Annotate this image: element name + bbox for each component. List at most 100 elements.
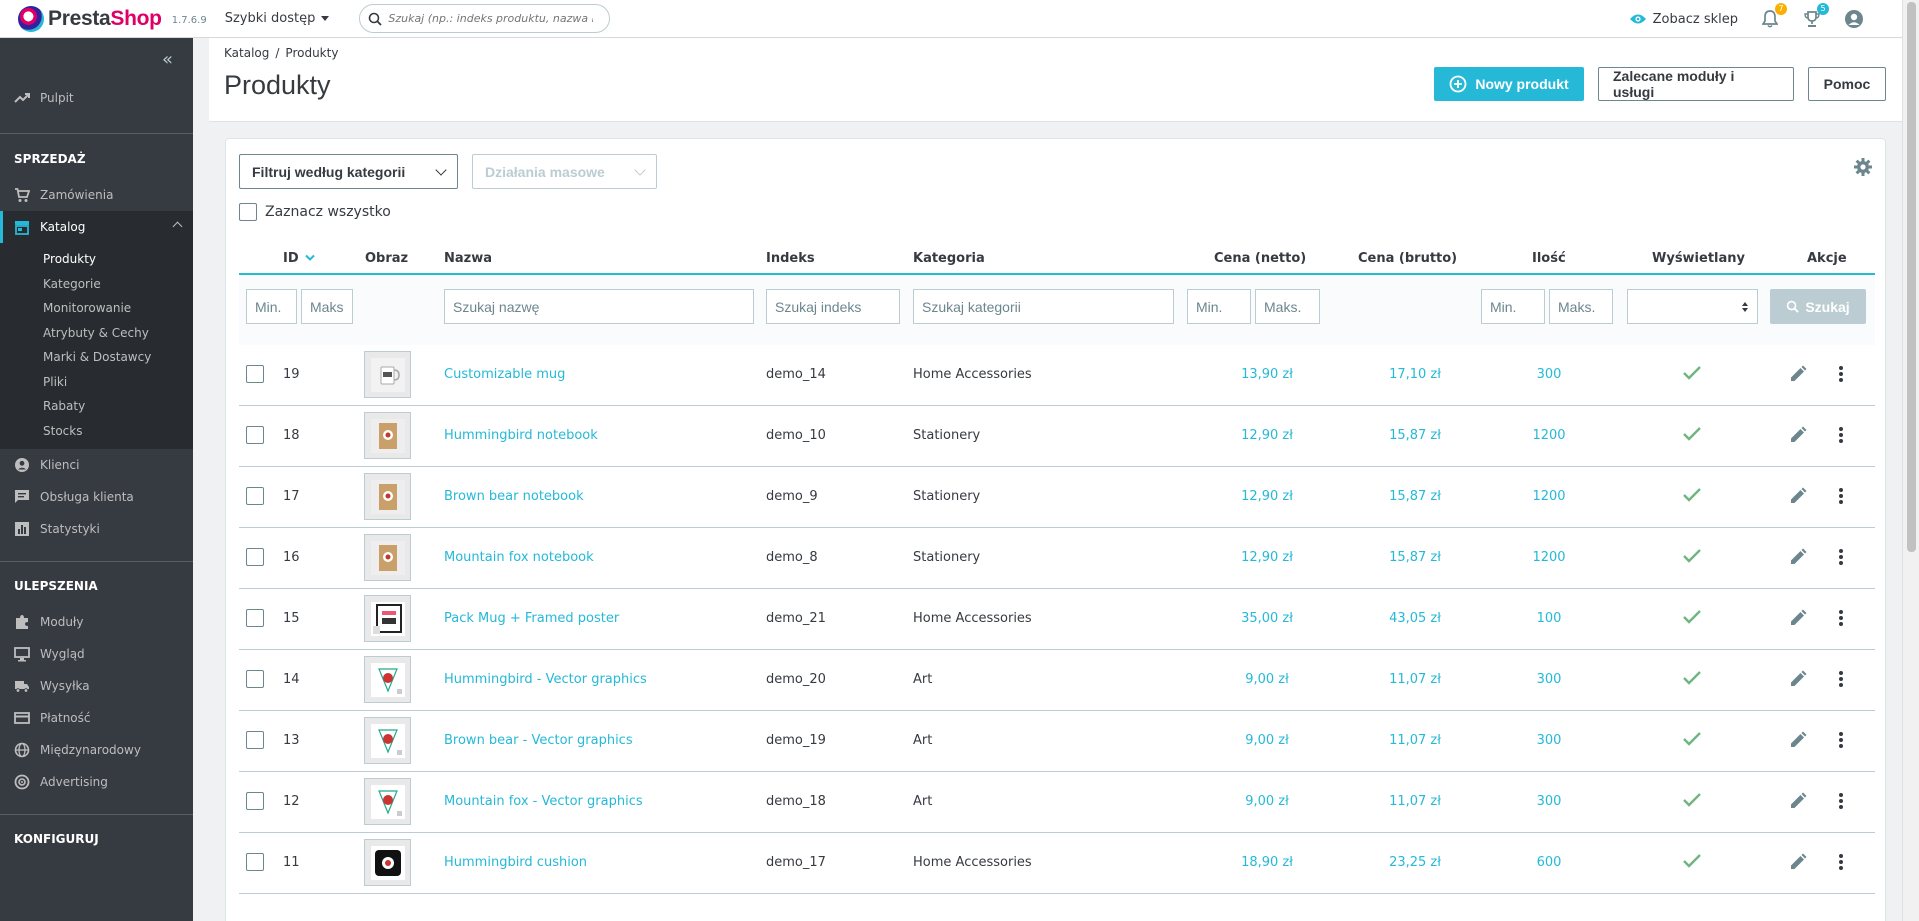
sidebar-subitem-monitoring[interactable]: Monitorowanie	[0, 296, 193, 321]
sidebar-item-shipping[interactable]: Wysyłka	[0, 670, 193, 702]
prestashop-logo[interactable]: PrestaShop	[18, 5, 162, 32]
search-button[interactable]: Szukaj	[1770, 289, 1866, 324]
product-quantity[interactable]: 600	[1519, 855, 1579, 870]
sidebar-subitem-stocks[interactable]: Stocks	[0, 419, 193, 444]
column-header-reference[interactable]: Indeks	[766, 251, 815, 266]
id-min-input[interactable]: Min.	[246, 289, 297, 324]
product-thumbnail[interactable]	[364, 839, 411, 886]
sidebar-subitem-brands[interactable]: Marki & Dostawcy	[0, 345, 193, 370]
sidebar-item-orders[interactable]: Zamówienia	[0, 179, 193, 211]
product-price-net[interactable]: 9,00 zł	[1227, 794, 1307, 809]
row-checkbox[interactable]	[246, 548, 264, 566]
sidebar-item-stats[interactable]: Statystyki	[0, 513, 193, 545]
product-name-link[interactable]: Hummingbird notebook	[444, 428, 598, 443]
recommended-modules-button[interactable]: Zalecane moduły i usługi	[1598, 67, 1794, 101]
more-vertical-icon[interactable]	[1838, 426, 1844, 444]
view-shop-link[interactable]: Zobacz sklep	[1629, 12, 1738, 27]
more-vertical-icon[interactable]	[1838, 365, 1844, 383]
id-max-input[interactable]: Maks	[301, 289, 353, 324]
check-icon[interactable]	[1682, 365, 1702, 381]
gear-icon[interactable]	[1853, 157, 1873, 177]
help-button[interactable]: Pomoc	[1808, 67, 1886, 101]
name-search-input[interactable]: Szukaj nazwę	[444, 289, 754, 324]
product-price-net[interactable]: 13,90 zł	[1227, 367, 1307, 382]
product-name-link[interactable]: Pack Mug + Framed poster	[444, 611, 619, 626]
column-header-category[interactable]: Kategoria	[913, 251, 985, 266]
check-icon[interactable]	[1682, 426, 1702, 442]
product-quantity[interactable]: 300	[1519, 672, 1579, 687]
sidebar-item-catalog[interactable]: Katalog	[0, 211, 193, 243]
product-name-link[interactable]: Hummingbird - Vector graphics	[444, 672, 647, 687]
edit-pencil-icon[interactable]	[1789, 670, 1807, 688]
product-thumbnail[interactable]	[364, 717, 411, 764]
row-checkbox[interactable]	[246, 670, 264, 688]
product-quantity[interactable]: 100	[1519, 611, 1579, 626]
sidebar-subitem-products[interactable]: Produkty	[0, 247, 193, 272]
product-quantity[interactable]: 300	[1519, 733, 1579, 748]
column-header-price-net[interactable]: Cena (netto)	[1214, 251, 1306, 266]
product-quantity[interactable]: 1200	[1519, 550, 1579, 565]
check-icon[interactable]	[1682, 548, 1702, 564]
check-icon[interactable]	[1682, 670, 1702, 686]
quantity-min-input[interactable]: Min.	[1481, 289, 1545, 324]
global-search-input[interactable]	[388, 12, 594, 25]
status-select[interactable]	[1627, 289, 1758, 324]
check-icon[interactable]	[1682, 853, 1702, 869]
sort-descending-icon[interactable]	[305, 254, 315, 262]
product-quantity[interactable]: 1200	[1519, 489, 1579, 504]
edit-pencil-icon[interactable]	[1789, 487, 1807, 505]
filter-by-category-dropdown[interactable]: Filtruj według kategorii	[239, 154, 458, 189]
quick-access-dropdown[interactable]: Szybki dostęp	[225, 11, 330, 26]
product-price-net[interactable]: 12,90 zł	[1227, 550, 1307, 565]
column-header-quantity[interactable]: Ilość	[1532, 251, 1566, 266]
bulk-actions-dropdown[interactable]: Działania masowe	[472, 154, 657, 189]
row-checkbox[interactable]	[246, 853, 264, 871]
row-checkbox[interactable]	[246, 609, 264, 627]
collapse-sidebar-icon[interactable]: «	[162, 49, 173, 70]
product-quantity[interactable]: 300	[1519, 367, 1579, 382]
product-thumbnail[interactable]	[364, 656, 411, 703]
sidebar-item-dashboard[interactable]: Pulpit	[0, 82, 193, 114]
price-max-input[interactable]: Maks.	[1255, 289, 1320, 324]
sidebar-item-design[interactable]: Wygląd	[0, 638, 193, 670]
sidebar-item-modules[interactable]: Moduły	[0, 606, 193, 638]
more-vertical-icon[interactable]	[1838, 548, 1844, 566]
column-header-status[interactable]: Wyświetlany	[1652, 251, 1745, 266]
sidebar-item-international[interactable]: Międzynarodowy	[0, 734, 193, 766]
product-price-net[interactable]: 9,00 zł	[1227, 672, 1307, 687]
quantity-max-input[interactable]: Maks.	[1549, 289, 1613, 324]
more-vertical-icon[interactable]	[1838, 853, 1844, 871]
product-quantity[interactable]: 300	[1519, 794, 1579, 809]
product-price-net[interactable]: 35,00 zł	[1227, 611, 1307, 626]
row-checkbox[interactable]	[246, 426, 264, 444]
product-thumbnail[interactable]	[364, 473, 411, 520]
more-vertical-icon[interactable]	[1838, 731, 1844, 749]
page-scrollbar[interactable]	[1902, 0, 1919, 921]
more-vertical-icon[interactable]	[1838, 609, 1844, 627]
product-name-link[interactable]: Mountain fox - Vector graphics	[444, 794, 643, 809]
more-vertical-icon[interactable]	[1838, 792, 1844, 810]
reference-search-input[interactable]: Szukaj indeks	[766, 289, 900, 324]
product-thumbnail[interactable]	[364, 412, 411, 459]
more-vertical-icon[interactable]	[1838, 487, 1844, 505]
edit-pencil-icon[interactable]	[1789, 426, 1807, 444]
product-name-link[interactable]: Hummingbird cushion	[444, 855, 587, 870]
column-header-id[interactable]: ID	[283, 251, 299, 266]
sidebar-subitem-attributes[interactable]: Atrybuty & Cechy	[0, 321, 193, 346]
edit-pencil-icon[interactable]	[1789, 792, 1807, 810]
check-icon[interactable]	[1682, 487, 1702, 503]
product-name-link[interactable]: Customizable mug	[444, 367, 565, 382]
breadcrumb-catalog[interactable]: Katalog	[224, 46, 269, 60]
more-vertical-icon[interactable]	[1838, 670, 1844, 688]
global-search[interactable]	[359, 4, 611, 33]
product-price-net[interactable]: 12,90 zł	[1227, 489, 1307, 504]
row-checkbox[interactable]	[246, 365, 264, 383]
select-all[interactable]: Zaznacz wszystko	[239, 203, 391, 221]
product-thumbnail[interactable]	[364, 534, 411, 581]
sidebar-subitem-categories[interactable]: Kategorie	[0, 272, 193, 297]
product-name-link[interactable]: Brown bear notebook	[444, 489, 584, 504]
orders-notifications-button[interactable]: 5	[1802, 3, 1829, 29]
category-search-input[interactable]: Szukaj kategorii	[913, 289, 1174, 324]
row-checkbox[interactable]	[246, 487, 264, 505]
sidebar-subitem-files[interactable]: Pliki	[0, 370, 193, 395]
